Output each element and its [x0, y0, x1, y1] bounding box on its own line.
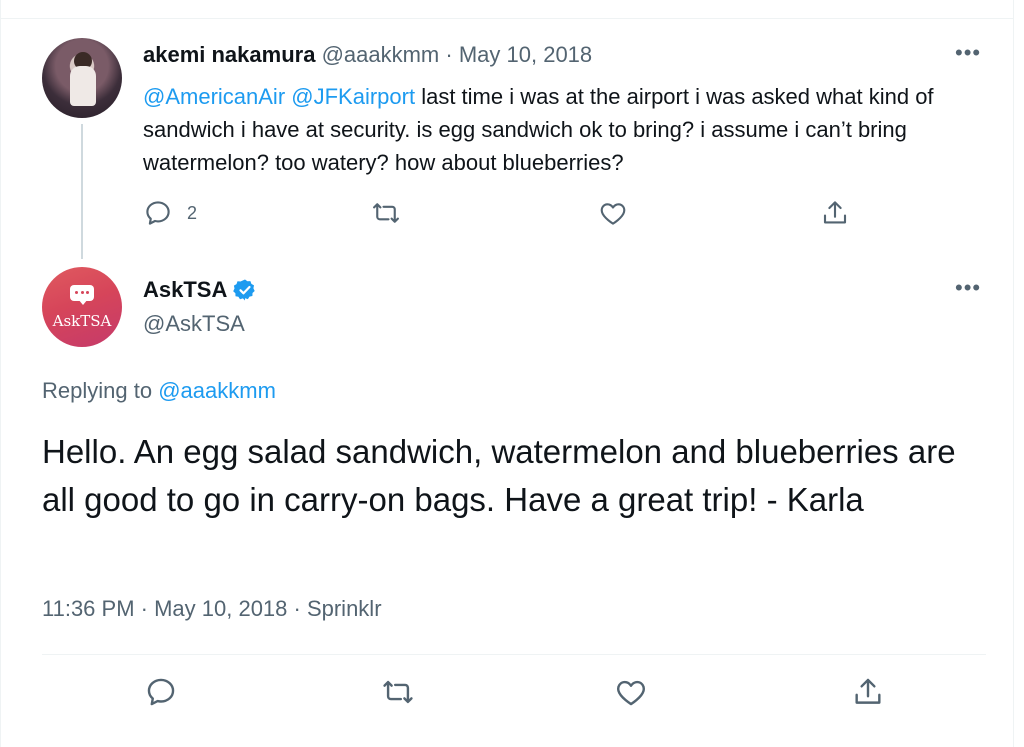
avatar[interactable] — [42, 38, 122, 118]
tweet-body: Hello. An egg salad sandwich, watermelon… — [42, 433, 956, 518]
chat-dot — [80, 291, 84, 294]
author-name[interactable]: akemi nakamura — [143, 42, 315, 67]
avatar[interactable]: AskTSA — [42, 267, 122, 347]
reply-button[interactable]: 2 — [143, 196, 197, 230]
retweet-icon — [373, 203, 399, 223]
author-handle[interactable]: @aaakkmm — [322, 42, 440, 67]
separator: · — [445, 42, 453, 67]
thread-connector-line — [81, 124, 83, 259]
author-name[interactable]: AskTSA — [143, 277, 227, 303]
more-options-button[interactable]: ••• — [955, 275, 981, 301]
retweet-button[interactable] — [381, 675, 415, 709]
retweet-button[interactable] — [371, 196, 401, 230]
author-name-row: AskTSA — [143, 277, 257, 303]
replying-prefix: Replying to — [42, 378, 153, 403]
parent-tweet-text: @AmericanAir @JFKairport last time i was… — [143, 80, 993, 179]
mention-link[interactable]: @JFKairport — [291, 84, 415, 109]
author-handle[interactable]: @AskTSA — [143, 311, 245, 337]
frame-left-border — [0, 0, 1, 747]
share-icon — [855, 678, 881, 704]
frame-right-border — [1013, 0, 1014, 747]
reply-count: 2 — [187, 202, 198, 223]
parent-tweet-actions: 2 — [143, 196, 863, 230]
chat-dot — [75, 291, 78, 294]
replying-to: Replying to @aaakkmm — [42, 378, 276, 404]
tweet-date[interactable]: May 10, 2018 — [459, 42, 592, 67]
frame-top-border — [0, 18, 1013, 19]
more-options-button[interactable]: ••• — [955, 40, 981, 66]
reply-icon — [147, 678, 175, 706]
like-icon — [600, 203, 626, 225]
replying-handle-link[interactable]: @aaakkmm — [158, 378, 276, 403]
share-icon — [823, 201, 847, 224]
main-tweet-actions — [0, 675, 1013, 715]
mention-link[interactable]: @AmericanAir — [143, 84, 285, 109]
avatar-photo-figure — [70, 66, 96, 106]
verified-badge-icon[interactable] — [233, 278, 257, 302]
like-button[interactable] — [598, 196, 628, 230]
tweet-timestamp[interactable]: 11:36 PM · May 10, 2018 · Sprinklr — [42, 596, 382, 622]
chat-dot — [86, 291, 89, 294]
retweet-icon — [383, 680, 413, 704]
avatar-logo-text: AskTSA — [52, 312, 112, 330]
reply-icon — [146, 201, 170, 225]
like-icon — [617, 680, 645, 706]
share-button[interactable] — [820, 196, 850, 230]
parent-tweet-header: akemi nakamura @aaakkmm · May 10, 2018 — [143, 42, 592, 68]
divider — [42, 654, 986, 655]
share-button[interactable] — [851, 675, 885, 709]
reply-button[interactable] — [144, 675, 178, 709]
like-button[interactable] — [614, 675, 648, 709]
